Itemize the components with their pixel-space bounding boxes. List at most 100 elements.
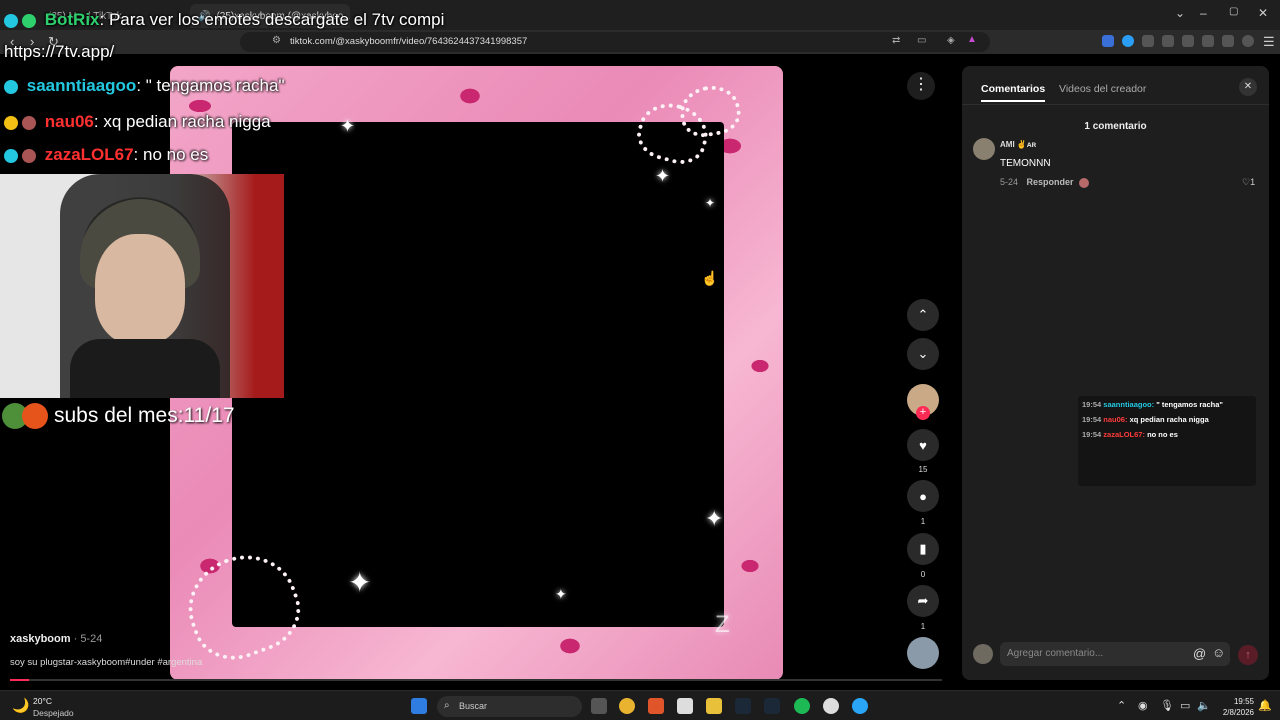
translate-icon[interactable]: ⇄ xyxy=(892,35,900,46)
menu-icon[interactable]: ☰ xyxy=(1263,34,1275,50)
chat-message: https://7tv.app/ xyxy=(4,42,115,61)
url-text: tiktok.com/@xaskyboomfr/video/7643624437… xyxy=(290,36,528,47)
site-info-icon[interactable]: ⚙ xyxy=(272,35,281,46)
mention-icon[interactable]: @ xyxy=(1193,646,1206,661)
commenter-name[interactable]: AMI ✌️ᴀʀ xyxy=(1000,140,1036,149)
share-count: 1 xyxy=(920,622,926,631)
steam-icon[interactable] xyxy=(735,698,751,714)
commenter-avatar[interactable] xyxy=(973,138,995,160)
more-options-button[interactable]: ⋮ xyxy=(907,72,935,100)
network-icon[interactable]: ▭ xyxy=(1180,699,1190,712)
video-black-area xyxy=(232,122,724,627)
extension-icon[interactable] xyxy=(1102,35,1114,47)
comment-count-title: 1 comentario xyxy=(1084,121,1147,132)
comment-like[interactable]: ♡1 xyxy=(1242,177,1255,188)
send-button[interactable]: ↑ xyxy=(1238,645,1258,665)
sword-badge-icon xyxy=(4,148,18,163)
overlay-chat-line: BotRix: Para ver los emotes descargate e… xyxy=(4,10,444,30)
taskbar-search[interactable]: ⌕ Buscar xyxy=(437,696,582,717)
browser-toolbar: ‹ › ↻ ☐ ⚙ tiktok.com/@xaskyboomfr/video/… xyxy=(0,30,1280,54)
shield-icon[interactable]: ◈ xyxy=(947,35,955,46)
close-panel-button[interactable]: ✕ xyxy=(1239,78,1257,96)
microphone-icon[interactable]: 🎙 xyxy=(1160,699,1174,712)
comment-input[interactable]: Agregar comentario... @ ☺ xyxy=(1000,642,1230,666)
like-button[interactable]: ♥ xyxy=(907,429,939,461)
chat-message: no no es xyxy=(1147,430,1178,439)
overlay-chat-line: nau06: xq pedian racha nigga xyxy=(4,112,271,132)
spotify-icon[interactable] xyxy=(794,698,810,714)
screen: (35) M... | TikTok 🔊 (25)xaskyboom (@xas… xyxy=(0,0,1280,720)
maximize-button[interactable]: ▢ xyxy=(1229,6,1238,17)
obs-icon[interactable] xyxy=(823,698,839,714)
leo-icon[interactable] xyxy=(1222,35,1234,47)
brave-rewards-icon[interactable]: ▲ xyxy=(967,34,977,45)
tab-comments[interactable]: Comentarios xyxy=(981,83,1046,102)
address-bar[interactable]: ⚙ tiktok.com/@xaskyboomfr/video/76436244… xyxy=(240,32,990,52)
volume-icon[interactable]: 🔈 xyxy=(1197,699,1211,712)
minimize-button[interactable]: – xyxy=(1200,6,1207,20)
brave-icon[interactable] xyxy=(648,698,664,714)
app-icon[interactable] xyxy=(852,698,868,714)
sparkle-decoration: ✦ xyxy=(348,567,372,598)
taskbar-clock[interactable]: 19:55 2/8/2026 xyxy=(1214,696,1254,718)
next-video-button[interactable]: ⌄ xyxy=(907,338,939,370)
steam-icon[interactable] xyxy=(764,698,780,714)
video-caption: soy su plugstar-xaskyboom#under #argenti… xyxy=(10,657,203,668)
follow-plus-icon[interactable]: + xyxy=(916,406,930,420)
chat-message: " tengamos racha" xyxy=(1156,400,1223,409)
overlay-chat-line: https://7tv.app/ xyxy=(4,42,114,62)
weather-temp[interactable]: 20°C xyxy=(33,696,52,706)
verified-badge-icon xyxy=(22,13,36,28)
puzzle-icon[interactable] xyxy=(1142,35,1154,47)
store-icon[interactable] xyxy=(677,698,693,714)
save-button[interactable]: ▮ xyxy=(907,533,939,565)
sparkle-decoration: ✦ xyxy=(340,116,356,136)
comment-date: 5-24 xyxy=(1000,177,1019,187)
chat-message: xq pedian racha nigga xyxy=(1129,415,1209,424)
clock-date: 2/8/2026 xyxy=(1222,708,1254,717)
sparkle-decoration: ✦ xyxy=(705,196,716,210)
reply-button[interactable]: Responder xyxy=(1027,177,1074,187)
subs-text: subs del mes:11/17 xyxy=(54,404,235,427)
streamer-face xyxy=(95,234,185,344)
chat-message: : Para ver los emotes descargate el 7tv … xyxy=(99,10,445,29)
tab-creator-videos[interactable]: Videos del creador xyxy=(1059,83,1146,95)
sidebar-icon[interactable] xyxy=(1182,35,1194,47)
hand-cursor-icon: ☝ xyxy=(701,270,719,286)
mini-chat-line: 19:54 nau06: xq pedian racha nigga xyxy=(1082,415,1252,425)
vpn-icon[interactable] xyxy=(1242,35,1254,47)
moon-icon[interactable]: 🌙 xyxy=(12,697,29,714)
windows-start-icon[interactable] xyxy=(411,698,427,714)
emoji-icon[interactable]: ☺ xyxy=(1212,645,1225,660)
streamer-shirt xyxy=(70,339,220,398)
task-view-icon[interactable] xyxy=(591,698,607,714)
sword-badge-icon xyxy=(4,13,18,28)
tab-search-icon[interactable]: ⌄ xyxy=(1175,6,1185,20)
like-count: 15 xyxy=(918,465,928,474)
chrome-icon[interactable] xyxy=(619,698,635,714)
progress-fill xyxy=(10,679,29,681)
close-window-button[interactable]: ✕ xyxy=(1258,6,1268,20)
notification-bell-icon[interactable]: 🔔 xyxy=(1258,699,1272,712)
cast-icon[interactable]: ▭ xyxy=(917,35,926,46)
comment-like-count: 1 xyxy=(1250,177,1256,187)
heart-outline-icon[interactable]: ♡ xyxy=(1242,177,1250,187)
previous-video-button[interactable]: ⌃ xyxy=(907,299,939,331)
wallet-icon[interactable] xyxy=(1202,35,1214,47)
comment-button[interactable]: ● xyxy=(907,480,939,512)
creator-liked-icon xyxy=(1079,177,1090,188)
arrow-badge-icon xyxy=(22,115,36,130)
creator-avatar[interactable]: + xyxy=(907,384,939,420)
extension-icon[interactable] xyxy=(1122,35,1134,47)
chat-time: 19:54 xyxy=(1082,430,1102,439)
share-button[interactable]: ➦ xyxy=(907,585,939,617)
folder-icon[interactable] xyxy=(706,698,722,714)
video-progress-bar[interactable] xyxy=(10,679,942,681)
video-author[interactable]: xaskyboom · 5-24 xyxy=(10,633,102,645)
music-icon[interactable] xyxy=(1162,35,1174,47)
discord-icon[interactable]: ◉ xyxy=(1138,699,1148,712)
author-name[interactable]: xaskyboom xyxy=(10,633,71,645)
chevron-up-icon[interactable]: ⌃ xyxy=(1117,699,1126,712)
sound-disc-icon[interactable] xyxy=(907,637,939,669)
weather-desc[interactable]: Despejado xyxy=(33,708,74,718)
